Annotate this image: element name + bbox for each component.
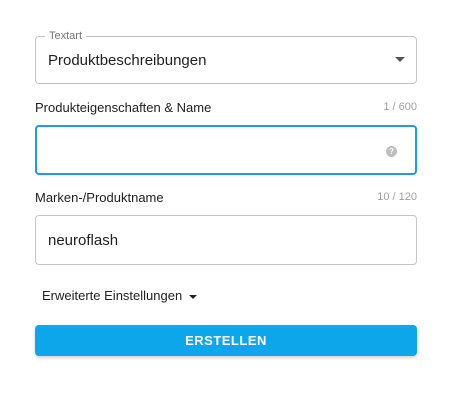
produkteigenschaften-counter: 1 / 600 — [383, 101, 417, 113]
text-generation-form: Textart Produktbeschreibungen Produkteig… — [0, 0, 450, 405]
markenname-label: Marken-/Produktname — [35, 190, 164, 205]
textart-selected-value: Produktbeschreibungen — [48, 52, 207, 69]
produkteigenschaften-input[interactable]: ? — [35, 125, 417, 175]
help-icon[interactable]: ? — [386, 146, 397, 157]
markenname-value: neuroflash — [48, 232, 119, 249]
caret-down-icon — [189, 294, 198, 299]
markenname-counter: 10 / 120 — [377, 191, 417, 203]
textart-select[interactable]: Textart Produktbeschreibungen — [35, 29, 417, 84]
chevron-down-icon[interactable] — [395, 57, 405, 62]
textart-label: Textart — [45, 29, 87, 43]
advanced-settings-label: Erweiterte Einstellungen — [42, 288, 183, 303]
advanced-settings-toggle[interactable]: Erweiterte Einstellungen — [42, 288, 198, 303]
markenname-input[interactable]: neuroflash — [35, 215, 417, 265]
produkteigenschaften-label: Produkteigenschaften & Name — [35, 100, 212, 115]
erstellen-button[interactable]: ERSTELLEN — [35, 325, 417, 356]
